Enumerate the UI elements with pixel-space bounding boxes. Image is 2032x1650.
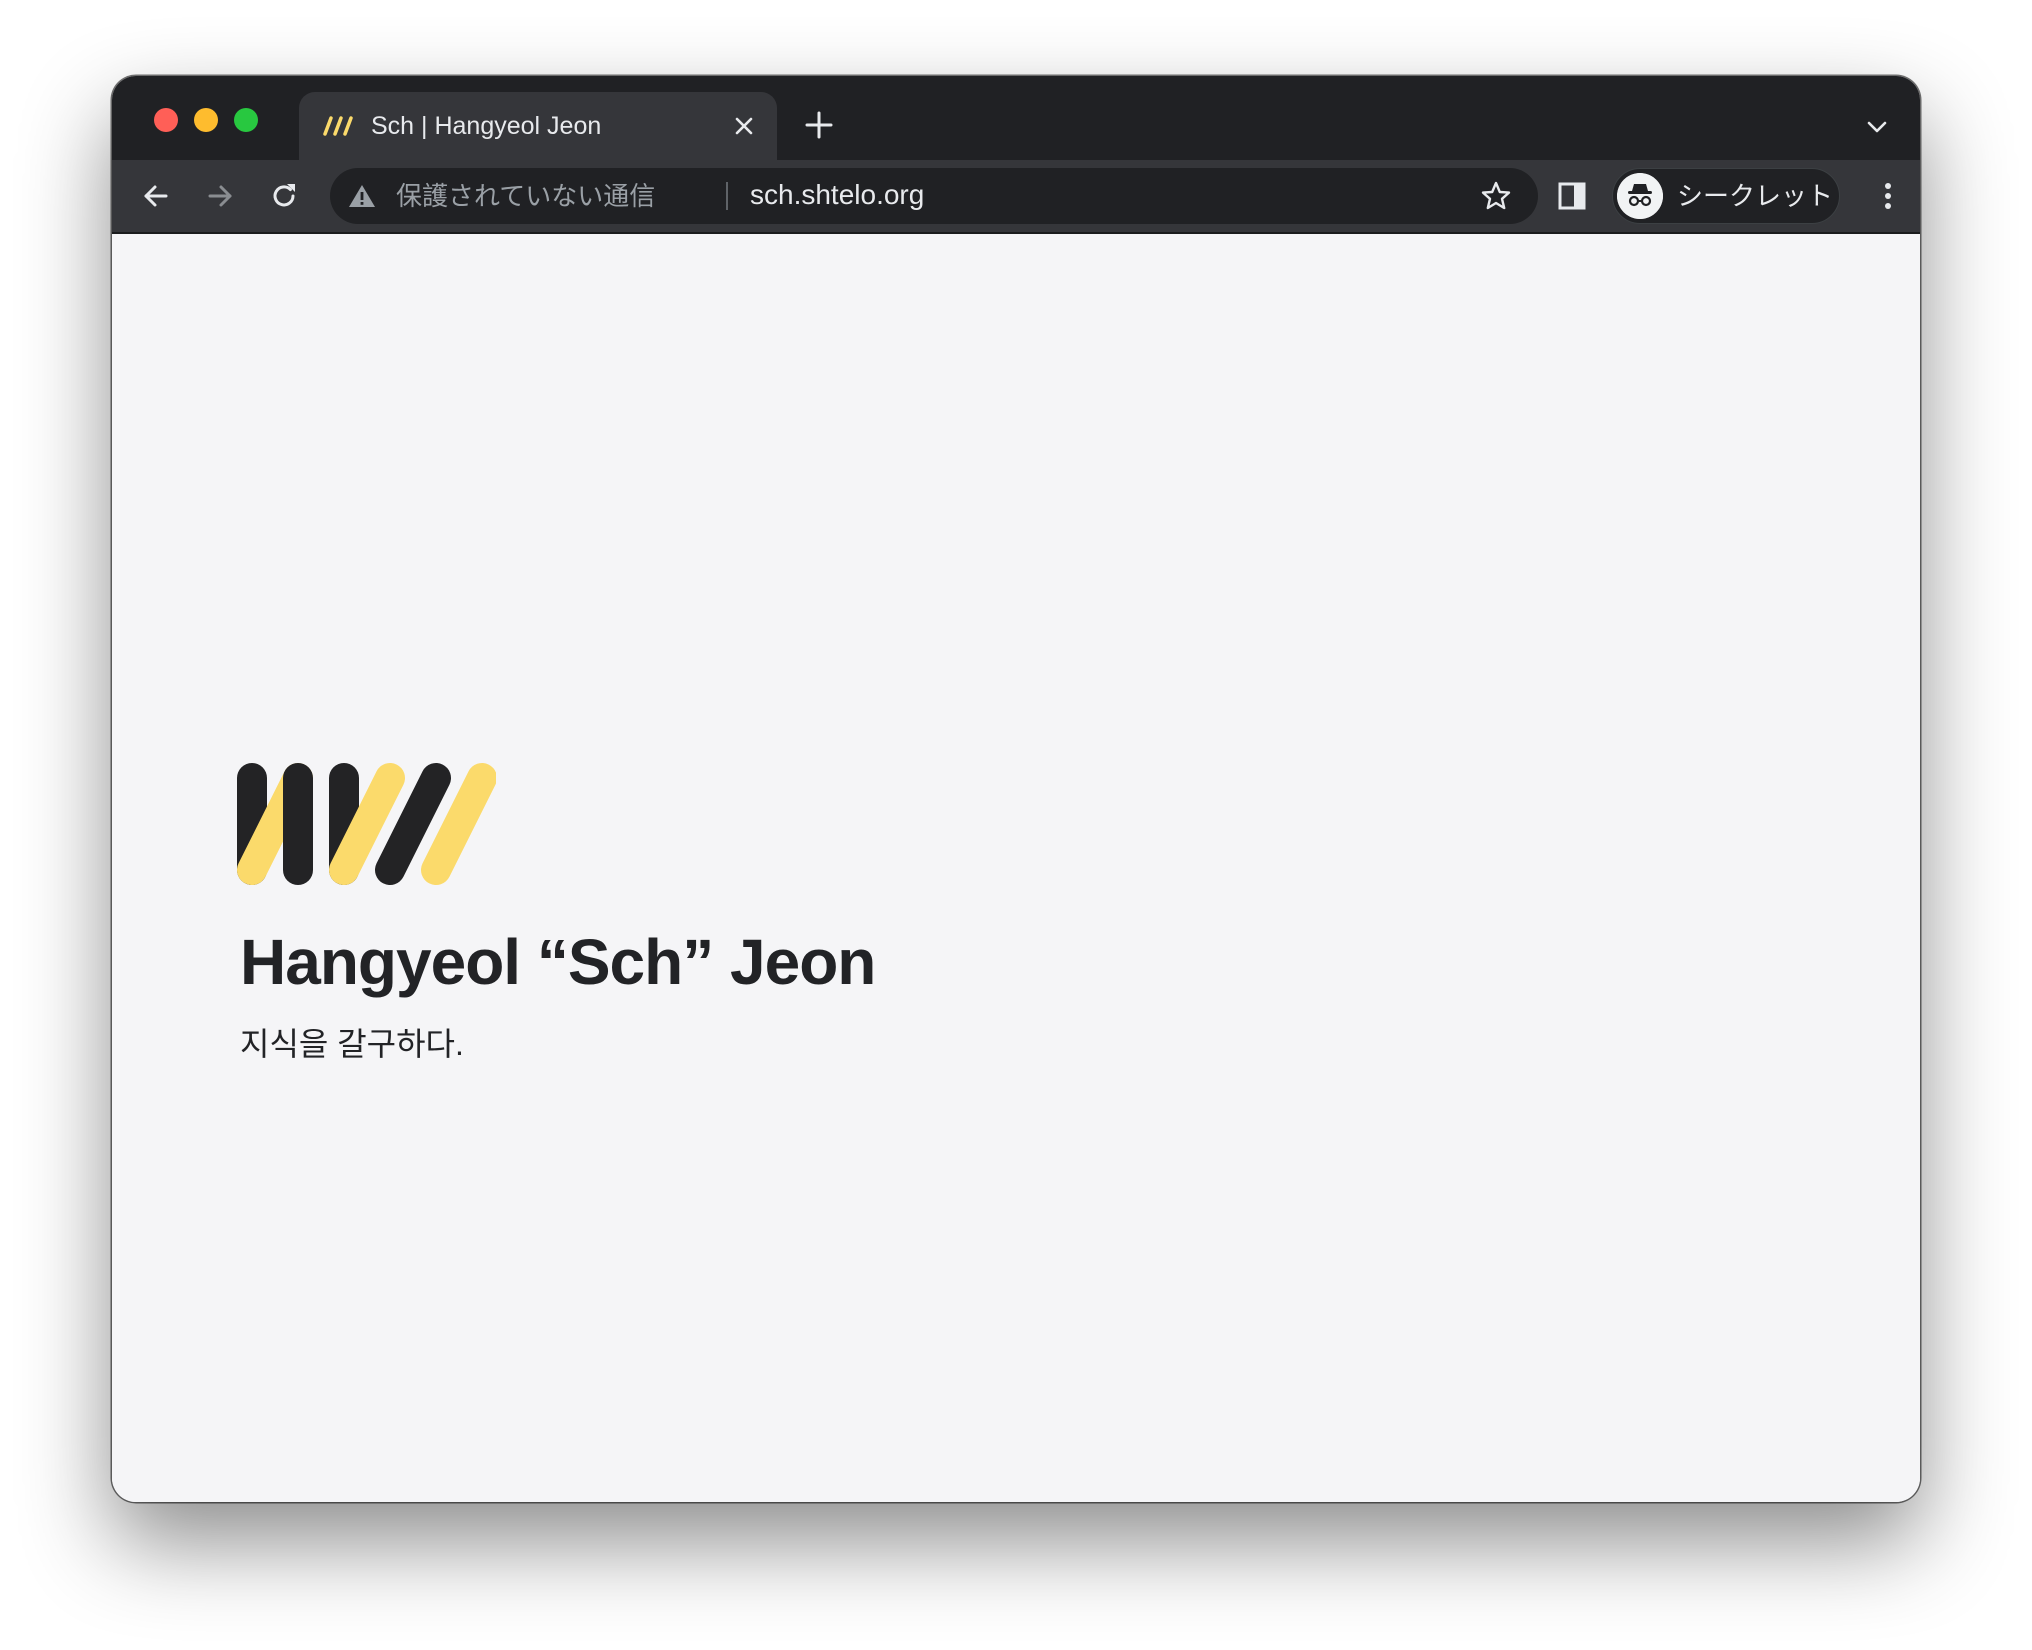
more-menu-icon[interactable] <box>1872 180 1904 212</box>
incognito-label: シークレット <box>1677 181 1834 211</box>
tab-search-chevron-down-icon[interactable] <box>1864 114 1890 140</box>
tab-strip: Sch | Hangyeol Jeon <box>112 76 1920 160</box>
browser-toolbar: 保護されていない通信 sch.shtelo.org シークレット <box>112 160 1920 234</box>
security-status-label[interactable]: 保護されていない通信 <box>396 180 655 212</box>
not-secure-warning-icon[interactable] <box>348 183 376 209</box>
tab-title: Sch | Hangyeol Jeon <box>371 112 602 140</box>
incognito-icon <box>1617 173 1663 219</box>
tab-active[interactable]: Sch | Hangyeol Jeon <box>299 92 777 160</box>
close-tab-icon[interactable] <box>732 114 756 138</box>
address-bar[interactable]: 保護されていない通信 sch.shtelo.org <box>330 168 1538 224</box>
browser-window: Sch | Hangyeol Jeon 保護されていない通信 sch.shtel… <box>112 76 1920 1502</box>
omnibox-divider <box>726 182 728 210</box>
close-window-button[interactable] <box>154 108 178 132</box>
site-favicon-icon <box>323 116 353 136</box>
new-tab-icon[interactable] <box>804 110 834 140</box>
bookmark-star-icon[interactable] <box>1480 180 1512 212</box>
url-text[interactable]: sch.shtelo.org <box>750 179 924 211</box>
forward-arrow-icon[interactable] <box>204 180 236 212</box>
site-logo-icon <box>237 763 496 885</box>
incognito-profile-button[interactable]: シークレット <box>1612 168 1840 224</box>
page-content: Hangyeol “Sch” Jeon 지식을 갈구하다. <box>112 234 1920 1502</box>
back-arrow-icon[interactable] <box>140 180 172 212</box>
minimize-window-button[interactable] <box>194 108 218 132</box>
side-panel-icon[interactable] <box>1556 180 1588 212</box>
page-tagline: 지식을 갈구하다. <box>240 1026 464 1062</box>
reload-icon[interactable] <box>268 180 300 212</box>
maximize-window-button[interactable] <box>234 108 258 132</box>
page-title: Hangyeol “Sch” Jeon <box>240 926 876 998</box>
